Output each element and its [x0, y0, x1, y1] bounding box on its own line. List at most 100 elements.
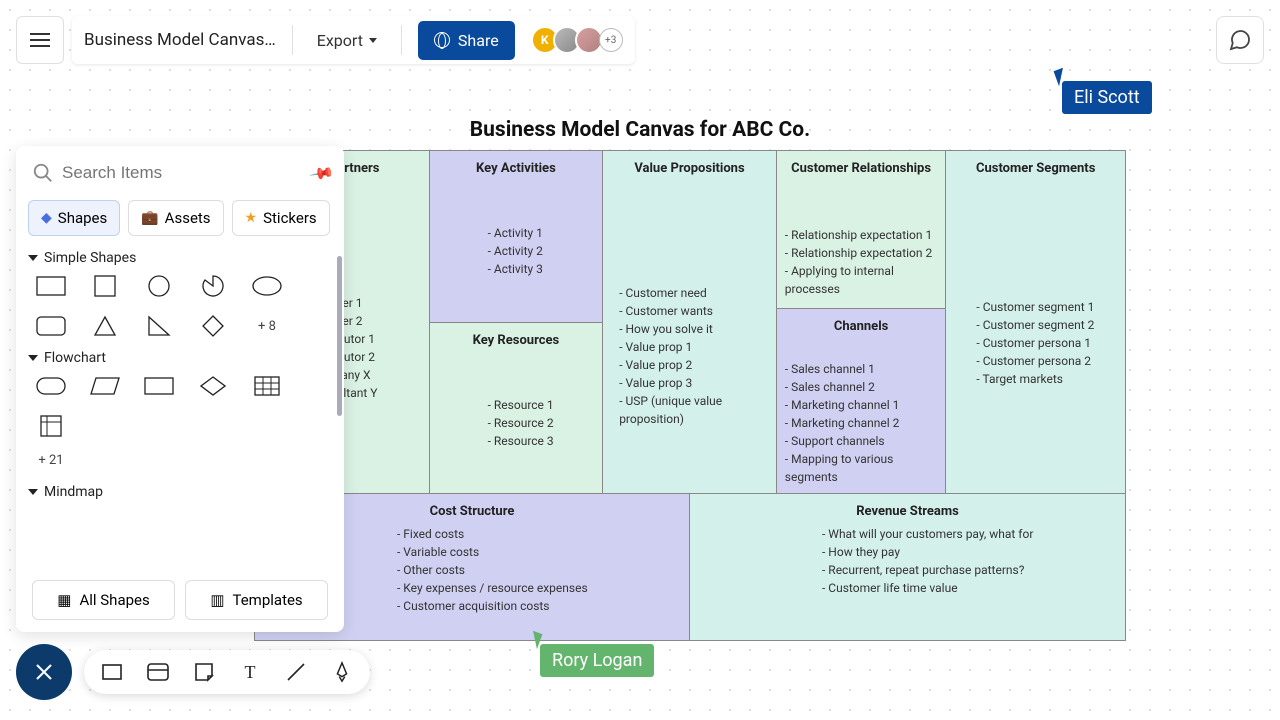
- close-toolbar-button[interactable]: [16, 644, 72, 700]
- collaborator-cursor-eli: Eli Scott: [1056, 69, 1152, 114]
- svg-text:T: T: [245, 662, 256, 682]
- tool-line[interactable]: [284, 660, 308, 684]
- shape-decision[interactable]: [198, 376, 228, 396]
- shape-diamond[interactable]: [198, 316, 228, 336]
- tool-rectangle[interactable]: [100, 660, 124, 684]
- section-label: Simple Shapes: [44, 250, 136, 266]
- star-icon: ★: [245, 210, 258, 226]
- more-flowchart-shapes[interactable]: + 21: [36, 450, 66, 470]
- customer-relationships-block[interactable]: Customer Relationships Relationship expe…: [777, 151, 946, 309]
- tool-sticky-note[interactable]: [192, 660, 216, 684]
- pin-icon[interactable]: 📌: [308, 160, 335, 187]
- block-heading: Customer Relationships: [785, 161, 938, 176]
- button-label: All Shapes: [79, 591, 149, 609]
- block-heading: Value Propositions: [611, 161, 768, 176]
- block-list: What will your customers pay, what forHo…: [702, 525, 1113, 597]
- block-list: Resource 1Resource 2Resource 3: [438, 356, 595, 450]
- tool-card[interactable]: [146, 660, 170, 684]
- value-propositions-block[interactable]: Value Propositions Customer needCustomer…: [603, 151, 777, 493]
- tab-shapes[interactable]: ◆ Shapes: [28, 200, 120, 236]
- shape-process[interactable]: [144, 376, 174, 396]
- export-label: Export: [317, 31, 363, 50]
- cursor-icon: [1054, 68, 1069, 86]
- section-label: Mindmap: [44, 484, 103, 500]
- chevron-down-icon: [369, 38, 377, 43]
- tab-label: Assets: [165, 209, 211, 227]
- hamburger-menu[interactable]: [16, 16, 64, 64]
- bottom-toolbar: T: [84, 650, 370, 694]
- divider: [292, 25, 293, 55]
- chat-button[interactable]: [1216, 16, 1264, 64]
- share-button[interactable]: Share: [418, 21, 515, 60]
- revenue-streams-block[interactable]: Revenue Streams What will your customers…: [690, 493, 1125, 640]
- more-simple-shapes[interactable]: + 8: [252, 316, 282, 336]
- share-label: Share: [458, 31, 499, 50]
- shape-triangle[interactable]: [90, 316, 120, 336]
- chat-icon: [1228, 28, 1252, 52]
- search-icon: [32, 162, 54, 184]
- customer-segments-block[interactable]: Customer Segments Customer segment 1Cust…: [946, 151, 1125, 493]
- chevron-down-icon: [28, 255, 38, 261]
- channels-block[interactable]: Channels Sales channel 1Sales channel 2M…: [777, 309, 946, 496]
- template-icon: ▥: [210, 591, 224, 609]
- canvas-title: Business Model Canvas for ABC Co.: [470, 118, 811, 142]
- tab-assets[interactable]: 💼 Assets: [128, 200, 223, 236]
- diamond-icon: ◆: [41, 210, 52, 226]
- shape-rectangle[interactable]: [36, 276, 66, 296]
- cursor-label: Eli Scott: [1062, 81, 1152, 114]
- menu-icon: [30, 33, 50, 47]
- block-heading: Key Resources: [438, 333, 595, 348]
- block-list: Sales channel 1Sales channel 2Marketing …: [785, 342, 938, 486]
- section-label: Flowchart: [44, 350, 106, 366]
- block-list: Activity 1Activity 2Activity 3: [438, 184, 595, 278]
- shapes-panel: 📌 ◆ Shapes 💼 Assets ★ Stickers Simple Shape…: [16, 146, 344, 632]
- block-list: Customer needCustomer wantsHow you solve…: [611, 184, 768, 428]
- tool-pen[interactable]: [330, 660, 354, 684]
- tool-text[interactable]: T: [238, 660, 262, 684]
- briefcase-icon: 💼: [141, 210, 158, 226]
- shape-parallelogram[interactable]: [90, 376, 120, 396]
- block-heading: Channels: [785, 319, 938, 334]
- button-label: Templates: [233, 591, 303, 609]
- block-heading: Customer Segments: [954, 161, 1117, 176]
- all-shapes-button[interactable]: ▦ All Shapes: [32, 580, 175, 620]
- shape-right-triangle[interactable]: [144, 316, 174, 336]
- close-icon: [34, 662, 54, 682]
- key-resources-block[interactable]: Key Resources Resource 1Resource 2Resour…: [430, 323, 603, 494]
- collaborator-cursor-rory: Rory Logan: [522, 632, 654, 677]
- key-activities-block[interactable]: Key Activities Activity 1Activity 2Activ…: [430, 151, 603, 323]
- cursor-label: Rory Logan: [540, 644, 654, 677]
- shape-internal-storage[interactable]: [36, 416, 66, 436]
- business-model-canvas[interactable]: Key Partners Supplier 1Supplier 2Distrib…: [254, 150, 1126, 641]
- section-flowchart[interactable]: Flowchart: [28, 350, 332, 366]
- avatar-stack[interactable]: K +3: [531, 26, 623, 54]
- search-input[interactable]: [62, 163, 308, 183]
- grid-icon: ▦: [57, 591, 71, 609]
- chevron-down-icon: [28, 355, 38, 361]
- tab-label: Shapes: [58, 209, 107, 227]
- shape-terminator[interactable]: [36, 376, 66, 396]
- block-heading: Key Activities: [438, 161, 595, 176]
- block-list: Customer segment 1Customer segment 2Cust…: [954, 184, 1117, 388]
- globe-icon: [434, 32, 450, 48]
- panel-scrollbar[interactable]: [337, 256, 342, 416]
- title-group: Business Model Canvas… Export Share K +3: [72, 16, 635, 64]
- section-simple-shapes[interactable]: Simple Shapes: [28, 250, 332, 266]
- block-list: Relationship expectation 1Relationship e…: [785, 184, 938, 298]
- tab-label: Stickers: [263, 209, 317, 227]
- export-button[interactable]: Export: [309, 25, 385, 56]
- block-heading: Revenue Streams: [702, 504, 1113, 519]
- templates-button[interactable]: ▥ Templates: [185, 580, 328, 620]
- shape-rounded-rect[interactable]: [36, 316, 66, 336]
- search-wrap: [28, 158, 312, 188]
- shape-pie[interactable]: [198, 276, 228, 296]
- shape-circle[interactable]: [144, 276, 174, 296]
- tab-stickers[interactable]: ★ Stickers: [232, 200, 330, 236]
- chevron-down-icon: [28, 489, 38, 495]
- shape-table[interactable]: [252, 376, 282, 396]
- shape-square[interactable]: [90, 276, 120, 296]
- document-title[interactable]: Business Model Canvas…: [84, 30, 276, 50]
- avatar-more[interactable]: +3: [599, 28, 623, 52]
- shape-ellipse[interactable]: [252, 276, 282, 296]
- section-mindmap[interactable]: Mindmap: [28, 484, 332, 500]
